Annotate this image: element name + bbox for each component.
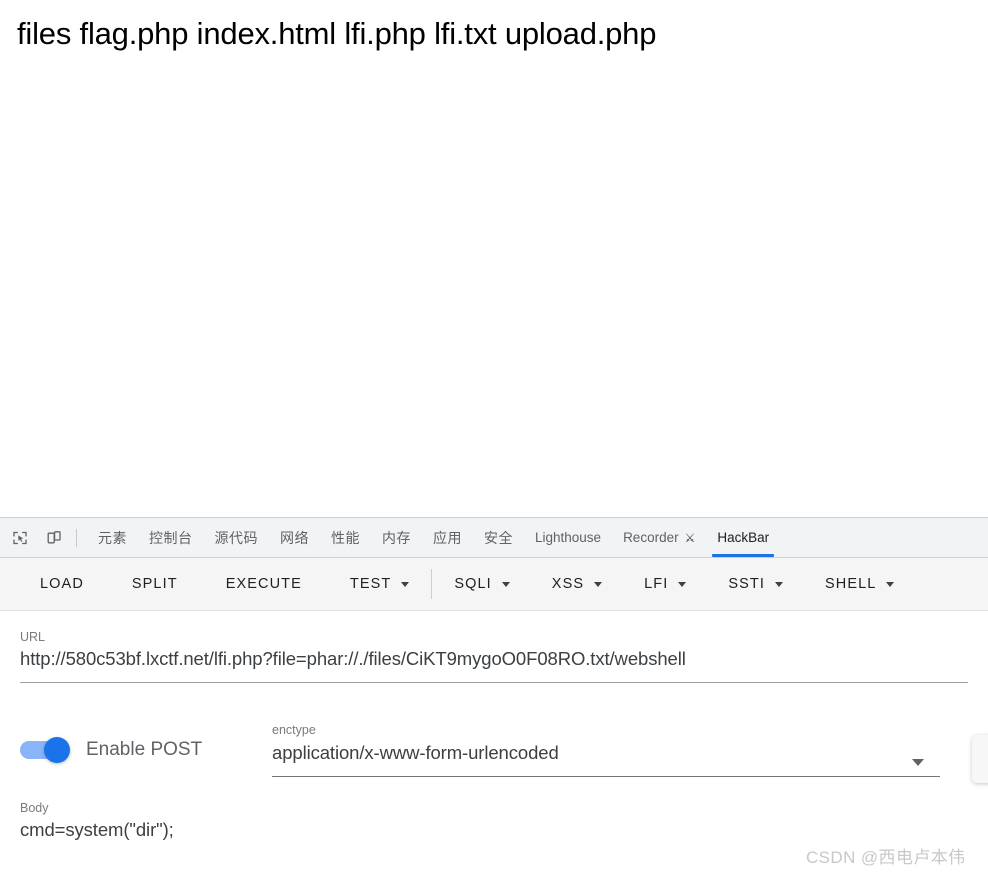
tab-label: HackBar bbox=[717, 530, 770, 545]
tab-label: 控制台 bbox=[149, 529, 193, 546]
devtools-panel: 元素 控制台 源代码 网络 性能 内存 应用 安全 Lighthouse Rec… bbox=[0, 517, 988, 872]
xss-button-label: XSS bbox=[551, 576, 585, 592]
tab-lighthouse[interactable]: Lighthouse bbox=[524, 518, 612, 557]
chevron-down-icon bbox=[775, 581, 784, 587]
inspect-element-icon[interactable] bbox=[6, 524, 34, 552]
browser-page-content: files flag.php index.html lfi.php lfi.tx… bbox=[0, 0, 988, 517]
chevron-down-icon bbox=[501, 581, 510, 587]
url-input-underline bbox=[20, 682, 968, 683]
enctype-field-group: enctype application/x-www-form-urlencode… bbox=[272, 723, 942, 777]
xss-dropdown-button[interactable]: XSS bbox=[536, 566, 618, 602]
enctype-select-value[interactable]: application/x-www-form-urlencoded bbox=[272, 742, 942, 764]
chevron-down-icon bbox=[678, 581, 687, 587]
tab-label: Recorder bbox=[623, 530, 679, 545]
execute-button-label: EXECUTE bbox=[225, 576, 302, 592]
tab-console[interactable]: 控制台 bbox=[138, 518, 204, 557]
test-button-label: TEST bbox=[349, 576, 392, 592]
shell-button-label: SHELL bbox=[825, 576, 877, 592]
tab-elements[interactable]: 元素 bbox=[87, 518, 138, 557]
body-label: Body bbox=[20, 801, 49, 815]
hackbar-form: URL http://580c53bf.lxctf.net/lfi.php?fi… bbox=[0, 611, 988, 872]
chevron-down-icon bbox=[401, 581, 410, 587]
execute-button[interactable]: EXECUTE bbox=[210, 566, 318, 602]
sqli-button-label: SQLI bbox=[454, 576, 492, 592]
tab-label: Lighthouse bbox=[535, 530, 602, 545]
tab-hackbar[interactable]: HackBar bbox=[706, 518, 780, 557]
tab-label: 内存 bbox=[382, 529, 411, 546]
chevron-down-icon bbox=[594, 581, 603, 587]
toolbar-divider bbox=[431, 569, 433, 599]
load-button[interactable]: LOAD bbox=[24, 566, 100, 602]
tab-performance[interactable]: 性能 bbox=[320, 518, 371, 557]
toggle-knob bbox=[44, 737, 70, 763]
tab-label: 源代码 bbox=[214, 529, 258, 546]
tab-label: 网络 bbox=[280, 529, 309, 546]
enctype-label: enctype bbox=[272, 723, 316, 737]
load-button-label: LOAD bbox=[40, 576, 84, 592]
tab-memory[interactable]: 内存 bbox=[371, 518, 422, 557]
enctype-select-underline bbox=[272, 776, 940, 777]
side-panel-partial[interactable] bbox=[972, 735, 988, 783]
chevron-down-icon bbox=[886, 581, 895, 587]
enable-post-label: Enable POST bbox=[86, 739, 203, 760]
devtools-tab-bar: 元素 控制台 源代码 网络 性能 内存 应用 安全 Lighthouse Rec… bbox=[0, 518, 988, 558]
split-button[interactable]: SPLIT bbox=[116, 566, 194, 602]
sqli-dropdown-button[interactable]: SQLI bbox=[438, 566, 525, 602]
url-field-group: URL http://580c53bf.lxctf.net/lfi.php?fi… bbox=[20, 630, 968, 683]
split-button-label: SPLIT bbox=[131, 576, 178, 592]
tab-label: 安全 bbox=[484, 529, 513, 546]
tab-label: 性能 bbox=[331, 529, 360, 546]
csdn-watermark: CSDN @西电卢本伟 bbox=[806, 848, 966, 867]
test-dropdown-button[interactable]: TEST bbox=[334, 566, 425, 602]
tab-label: 元素 bbox=[98, 529, 127, 546]
toggle-switch[interactable] bbox=[20, 737, 72, 763]
device-toolbar-icon[interactable] bbox=[40, 524, 68, 552]
tab-application[interactable]: 应用 bbox=[422, 518, 473, 557]
body-field-group: Body cmd=system("dir"); bbox=[20, 801, 968, 841]
lfi-dropdown-button[interactable]: LFI bbox=[628, 566, 702, 602]
lfi-button-label: LFI bbox=[644, 576, 669, 592]
ssti-dropdown-button[interactable]: SSTI bbox=[712, 566, 799, 602]
tab-sources[interactable]: 源代码 bbox=[204, 518, 270, 557]
directory-listing-text: files flag.php index.html lfi.php lfi.tx… bbox=[17, 16, 657, 51]
flask-icon: ⚔ bbox=[684, 530, 696, 545]
tab-security[interactable]: 安全 bbox=[473, 518, 524, 557]
tab-recorder[interactable]: Recorder ⚔ bbox=[612, 518, 706, 557]
tab-network[interactable]: 网络 bbox=[269, 518, 320, 557]
url-label: URL bbox=[20, 630, 46, 644]
body-input[interactable]: cmd=system("dir"); bbox=[20, 819, 968, 841]
chevron-down-icon[interactable] bbox=[912, 759, 924, 766]
tabbar-divider bbox=[76, 528, 77, 547]
shell-dropdown-button[interactable]: SHELL bbox=[809, 566, 910, 602]
hackbar-toolbar: LOAD SPLIT EXECUTE TEST SQLI XSS LFI SST… bbox=[0, 558, 988, 611]
post-settings-row: Enable POST enctype application/x-www-fo… bbox=[0, 715, 988, 785]
enable-post-toggle[interactable]: Enable POST bbox=[20, 737, 203, 763]
ssti-button-label: SSTI bbox=[728, 576, 766, 592]
tab-label: 应用 bbox=[433, 529, 462, 546]
url-input[interactable]: http://580c53bf.lxctf.net/lfi.php?file=p… bbox=[20, 648, 968, 670]
